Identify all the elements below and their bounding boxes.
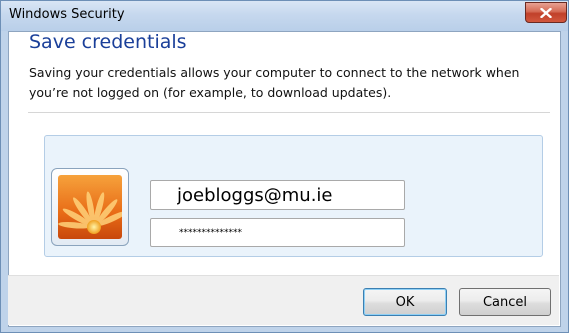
password-field[interactable] bbox=[150, 218, 405, 247]
title-bar[interactable]: Windows Security bbox=[1, 1, 568, 31]
window-title: Windows Security bbox=[9, 7, 125, 22]
close-button[interactable] bbox=[525, 2, 567, 23]
close-icon bbox=[540, 7, 552, 18]
ok-button[interactable]: OK bbox=[363, 288, 447, 316]
flower-icon bbox=[58, 175, 122, 239]
divider bbox=[28, 112, 550, 113]
cancel-button[interactable]: Cancel bbox=[459, 288, 551, 316]
user-avatar bbox=[51, 168, 129, 246]
dialog-heading: Save credentials bbox=[29, 31, 187, 53]
username-field[interactable] bbox=[150, 180, 405, 210]
dialog-description: Saving your credentials allows your comp… bbox=[29, 65, 520, 100]
